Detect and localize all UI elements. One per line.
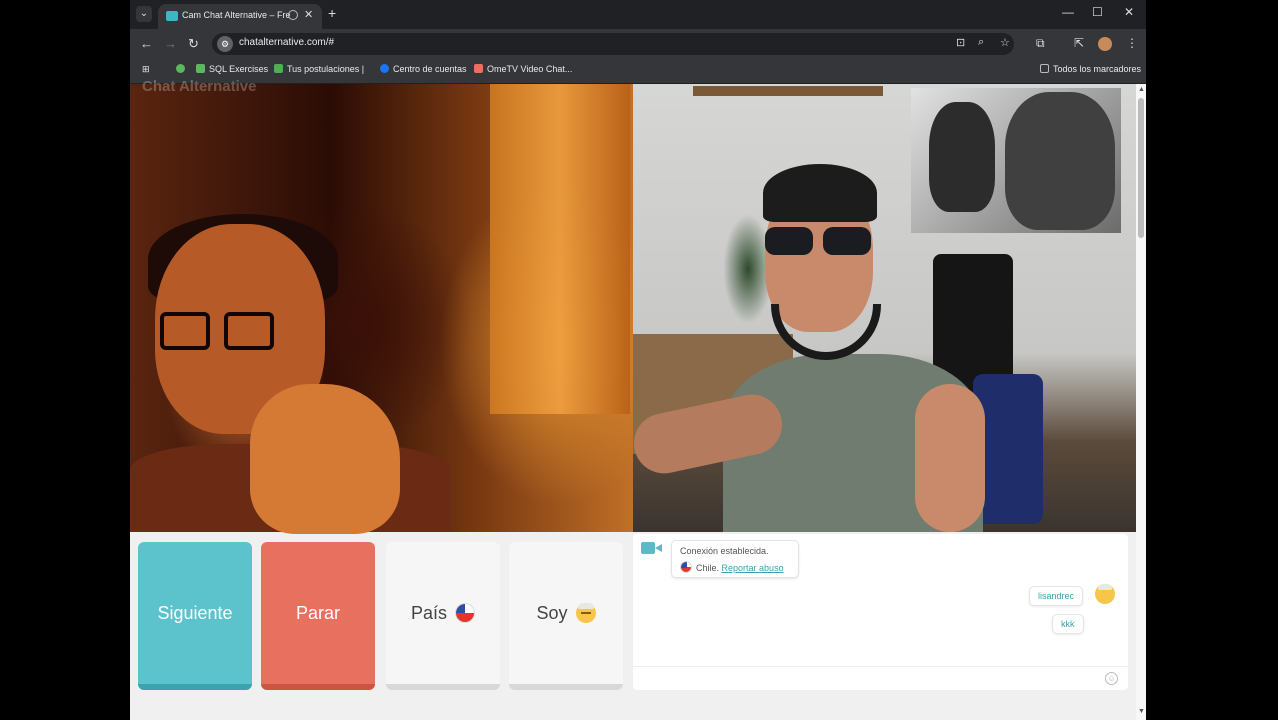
reload-button[interactable]: ↻	[188, 36, 199, 52]
chile-flag-icon	[680, 561, 692, 573]
profile-avatar[interactable]	[1098, 37, 1112, 51]
active-tab[interactable]: Cam Chat Alternative – Fre ✕	[158, 4, 322, 29]
all-bookmarks-label: Todos los marcadores	[1053, 64, 1142, 74]
emoji-picker-icon[interactable]: ☺	[1105, 672, 1118, 685]
back-button[interactable]: ←	[140, 36, 153, 51]
zoom-icon[interactable]: ⌕	[978, 36, 984, 49]
bookmarks-bar: ⊞ SQL Exercises Tus postulaciones | Cent…	[130, 59, 1146, 84]
apps-grid-icon[interactable]: ⊞	[142, 64, 150, 75]
cat-left	[929, 102, 995, 212]
system-message: Conexión establecida. Chile. Reportar ab…	[671, 540, 799, 578]
scroll-down-icon[interactable]: ▼	[1138, 708, 1145, 715]
bookmark-tus-postulaciones[interactable]: Tus postulaciones |	[274, 64, 364, 74]
minimize-button[interactable]: —	[1062, 5, 1074, 19]
page-content: Chat Alternative ▲ ▼ Siguiente Parar Paí…	[130, 78, 1146, 720]
new-tab-button[interactable]: +	[328, 5, 336, 21]
curtain	[490, 84, 630, 414]
tab-strip: ⌄ Cam Chat Alternative – Fre ✕ + — ☐ ✕	[130, 0, 1146, 29]
close-window-button[interactable]: ✕	[1124, 5, 1134, 19]
url-text: chatalternative.com/#	[239, 37, 335, 48]
stop-button-label: Parar	[295, 602, 340, 623]
address-bar[interactable]: ⚙ chatalternative.com/# ⊡ ⌕ ☆	[212, 33, 1014, 55]
browser-toolbar: ← → ↻ ⚙ chatalternative.com/# ⊡ ⌕ ☆ ⧉ ⇱ …	[130, 29, 1146, 59]
gender-button[interactable]: Soy	[509, 542, 623, 690]
male-face-icon	[575, 603, 596, 623]
male-face-icon	[1095, 584, 1115, 604]
bookmark-ometv[interactable]: OmeTV Video Chat...	[474, 64, 572, 74]
cat-right	[1005, 92, 1115, 230]
bookmark-star-icon[interactable]: ☆	[1000, 36, 1010, 49]
cast-icon[interactable]: ⇱	[1074, 36, 1084, 50]
next-button[interactable]: Siguiente	[138, 542, 252, 690]
bookmark-label: Centro de cuentas	[393, 64, 467, 74]
connection-status: Conexión establecida.	[680, 546, 769, 556]
country-button[interactable]: País	[386, 542, 500, 690]
chat-panel: Conexión establecida. Chile. Reportar ab…	[633, 534, 1128, 690]
remote-person-cap	[763, 164, 877, 222]
remote-person-right-arm	[915, 384, 985, 532]
tab-favicon-icon	[166, 11, 178, 21]
sql-favicon-icon	[196, 64, 205, 73]
bookmark-label: OmeTV Video Chat...	[487, 64, 573, 74]
bookmark-leaf-icon[interactable]	[176, 64, 189, 74]
page-scrollbar[interactable]: ▲ ▼	[1136, 84, 1146, 720]
local-person-glasses	[160, 312, 278, 354]
camera-icon	[641, 542, 663, 554]
scroll-thumb[interactable]	[1138, 98, 1144, 238]
install-app-icon[interactable]: ⊡	[956, 36, 965, 49]
browser-window: ⌄ Cam Chat Alternative – Fre ✕ + — ☐ ✕ ←…	[130, 0, 1146, 720]
local-person-hand	[250, 384, 400, 534]
chat-message: kkk	[1052, 614, 1084, 634]
next-button-label: Siguiente	[157, 602, 233, 623]
recording-icon	[288, 10, 298, 20]
ometv-favicon-icon	[474, 64, 483, 73]
remote-person-sunglasses	[765, 227, 871, 257]
tab-close-icon[interactable]: ✕	[304, 8, 313, 21]
menu-icon[interactable]: ⋮	[1126, 36, 1138, 50]
stop-button[interactable]: Parar	[261, 542, 375, 690]
bookmark-label: SQL Exercises	[209, 64, 269, 74]
postulaciones-favicon-icon	[274, 64, 283, 73]
site-info-icon[interactable]: ⚙	[217, 36, 233, 52]
bookmark-label: Tus postulaciones |	[287, 64, 365, 74]
facebook-icon	[380, 64, 389, 73]
extensions-icon[interactable]: ⧉	[1036, 36, 1045, 51]
partner-country-name: Chile.	[696, 563, 720, 573]
scroll-up-icon[interactable]: ▲	[1138, 86, 1145, 93]
local-video: Chat Alternative	[130, 78, 633, 534]
remote-video	[628, 84, 1136, 532]
wall-shelf	[693, 86, 883, 96]
all-bookmarks-folder[interactable]: Todos los marcadores	[1040, 64, 1141, 74]
bookmark-centro-de-cuentas[interactable]: Centro de cuentas	[380, 64, 467, 74]
chat-input[interactable]: ☺	[633, 666, 1128, 691]
forward-button[interactable]: →	[164, 36, 177, 51]
chile-flag-icon	[455, 603, 476, 623]
site-logo: Chat Alternative	[142, 78, 257, 95]
bookmark-sql-exercises[interactable]: SQL Exercises	[196, 64, 268, 74]
folder-icon	[1040, 64, 1049, 73]
chat-message: lisandrec	[1029, 586, 1084, 606]
report-abuse-link[interactable]: Reportar abuso	[722, 563, 784, 573]
gender-button-label: Soy	[536, 602, 568, 623]
partner-country: Chile. Reportar abuso	[680, 561, 784, 573]
tab-search-icon[interactable]: ⌄	[136, 6, 152, 22]
country-button-label: País	[410, 602, 448, 623]
tab-title: Cam Chat Alternative – Fre	[182, 10, 291, 20]
maximize-button[interactable]: ☐	[1092, 5, 1103, 19]
